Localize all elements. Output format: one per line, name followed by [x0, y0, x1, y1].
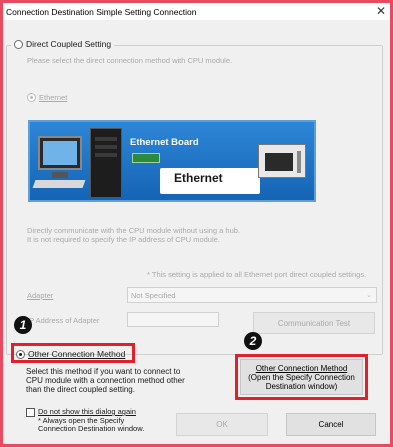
monitor-stand-icon [52, 172, 68, 178]
callout-badge-1: 1 [14, 316, 32, 334]
communication-test-button[interactable]: Communication Test [253, 312, 375, 334]
ethernet-label: Ethernet [39, 93, 68, 102]
other-connection-description: Select this method if you want to connec… [26, 367, 185, 394]
pc-tower-icon [90, 128, 122, 198]
other-connection-method-button[interactable]: Other Connection Method (Open the Specif… [240, 359, 363, 395]
other-button-line2: (Open the Specify Connection [248, 372, 355, 382]
do-not-show-checkbox-row[interactable]: Do not show this dialog again * Always o… [26, 407, 145, 434]
callout-badge-2: 2 [244, 332, 262, 350]
adapter-select[interactable]: Not Specified ⌄ [127, 287, 377, 303]
keyboard-icon [32, 180, 86, 188]
direct-coupled-radio-circle[interactable] [14, 39, 23, 49]
window-title: Connection Destination Simple Setting Co… [6, 6, 197, 17]
ethernet-illustration: Ethernet Board Ethernet [28, 120, 316, 202]
adapter-select-value: Not Specified [131, 291, 176, 300]
close-icon[interactable]: ✕ [376, 4, 386, 18]
cancel-button[interactable]: Cancel [286, 413, 376, 436]
hub-description: Directly communicate with the CPU module… [27, 226, 240, 244]
direct-coupled-radio[interactable]: Direct Coupled Setting [11, 39, 115, 49]
other-connection-label: Other Connection Method [28, 349, 126, 359]
direct-description: Please select the direct connection meth… [27, 56, 233, 65]
monitor-icon [38, 136, 82, 170]
checkbox-line3: Connection Destination window. [38, 424, 145, 433]
other-button-line3: Destination window) [265, 381, 338, 391]
hub-description-line2: It is not required to specify the IP add… [27, 235, 220, 244]
do-not-show-checkbox[interactable] [26, 408, 35, 417]
other-button-line1: Other Connection Method [255, 363, 348, 373]
adapter-label: Adapter [27, 291, 54, 300]
ip-address-label: IP Address of Adapter [27, 316, 100, 325]
direct-coupled-label: Direct Coupled Setting [26, 39, 112, 49]
ethernet-cable-label: Ethernet [174, 171, 223, 185]
ok-button[interactable]: OK [176, 413, 268, 436]
chevron-down-icon: ⌄ [366, 292, 372, 299]
ethernet-board-icon [132, 153, 160, 163]
ethernet-port-note: * This setting is applied to all Etherne… [147, 270, 367, 279]
other-connection-radio-circle[interactable] [16, 349, 25, 359]
ip-address-field[interactable] [127, 312, 219, 327]
other-desc-line2: CPU module with a connection method othe… [26, 376, 185, 385]
other-connection-radio[interactable]: Other Connection Method [16, 349, 125, 359]
ethernet-board-label: Ethernet Board [130, 137, 199, 148]
other-desc-line1: Select this method if you want to connec… [26, 367, 181, 376]
title-bar: Connection Destination Simple Setting Co… [3, 3, 390, 20]
other-desc-line3: than the direct coupled setting. [26, 385, 135, 394]
hub-description-line1: Directly communicate with the CPU module… [27, 226, 241, 235]
ethernet-radio-circle [27, 93, 36, 102]
plc-cpu-module-icon [258, 144, 306, 178]
ethernet-radio: Ethernet [27, 93, 67, 102]
